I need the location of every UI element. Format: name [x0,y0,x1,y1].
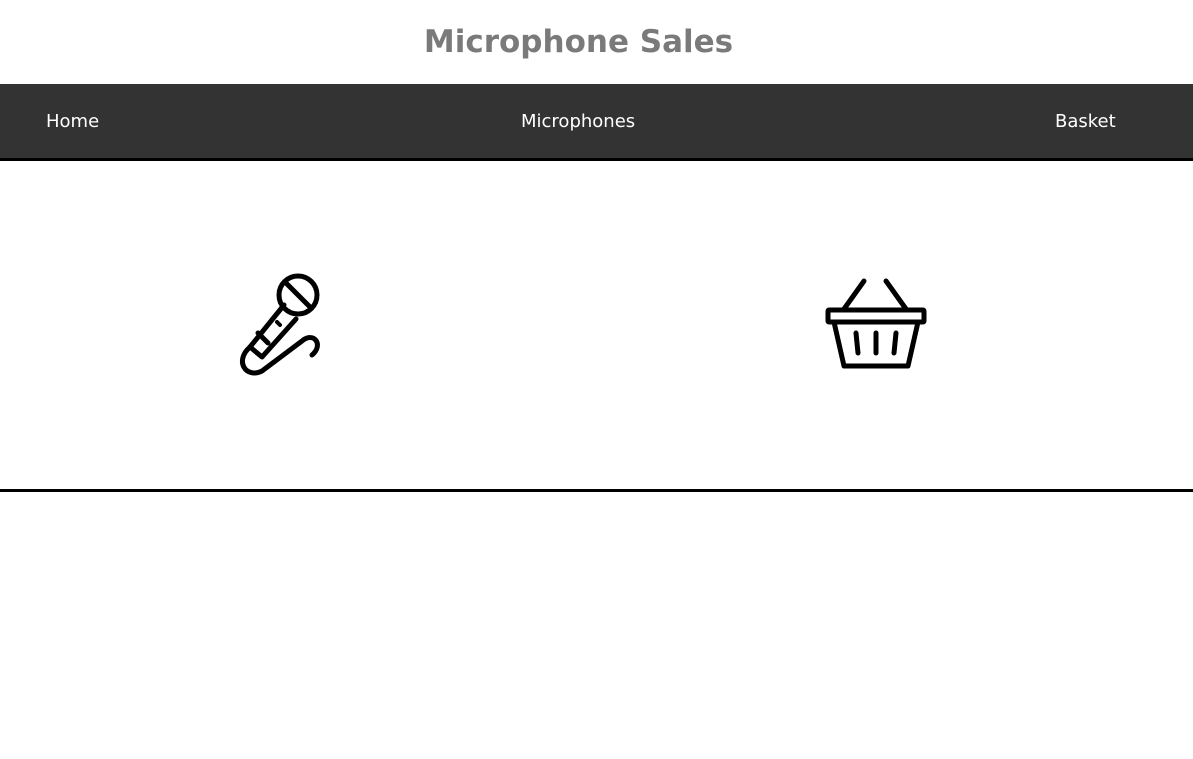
feature-area [0,161,1193,492]
site-header: Microphone Sales [0,0,1193,84]
nav-link-basket[interactable]: Basket [1055,110,1116,134]
nav-link-microphones[interactable]: Microphones [521,110,635,134]
basket-icon[interactable] [820,273,932,371]
page-title: Microphone Sales [423,24,734,60]
navbar: Home Microphones Basket [0,84,1193,161]
microphone-icon[interactable] [230,267,330,377]
nav-link-home[interactable]: Home [46,110,99,134]
